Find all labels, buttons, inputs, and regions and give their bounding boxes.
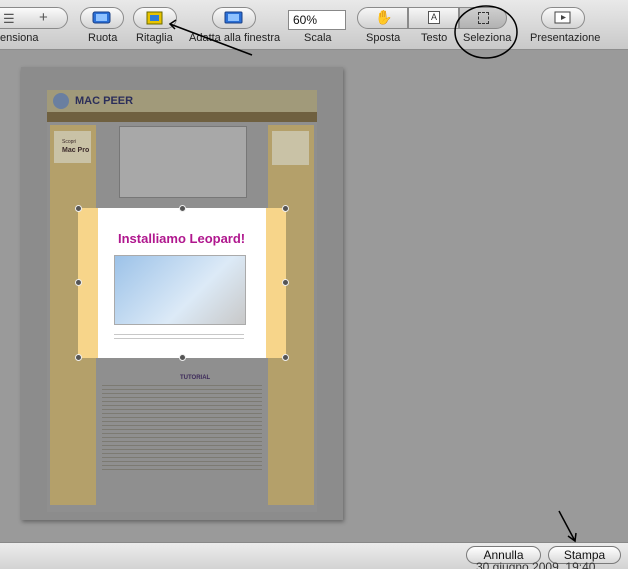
fit-window-label: Adatta alla finestra (189, 32, 281, 44)
selection-handle[interactable] (179, 205, 186, 212)
selection-handle[interactable] (75, 279, 82, 286)
scale-label: Scala (304, 32, 332, 44)
hand-icon: ✋ (375, 9, 393, 25)
promo-line-2: Mac Pro (62, 147, 90, 154)
promo-line-1: Scopri (62, 139, 77, 145)
selection-handle[interactable] (282, 354, 289, 361)
selection-handle[interactable] (282, 205, 289, 212)
leopard-screenshot (114, 255, 246, 325)
slideshow-button[interactable] (541, 7, 585, 29)
crop-icon (146, 11, 163, 25)
rotate-label: Ruota (88, 32, 118, 44)
selection-handle[interactable] (75, 205, 82, 212)
toolbar: ☰ + ensiona Ruota Ritaglia Adatta alla f… (0, 0, 628, 50)
dimension-icon: ☰ (3, 11, 15, 26)
selection-handle[interactable] (282, 279, 289, 286)
rotate-icon (92, 11, 111, 24)
article-title: Installiamo Leopard! (118, 231, 246, 246)
add-icon: + (39, 9, 48, 26)
dimension-label: ensiona (0, 32, 39, 44)
content-text-block (102, 382, 262, 472)
site-logo: MAC PEER (75, 95, 134, 107)
crop-label: Ritaglia (136, 32, 173, 44)
slideshow-label: Presentazione (530, 32, 601, 44)
selection-handle[interactable] (75, 354, 82, 361)
right-promo-box (272, 131, 309, 165)
fit-window-icon (224, 11, 243, 24)
site-nav-bar (47, 112, 317, 122)
date-text: 30 giugno 2009, 19:40 (476, 560, 596, 569)
crop-button[interactable] (133, 7, 177, 29)
site-logo-icon (53, 93, 69, 109)
text-label: Testo (421, 32, 448, 44)
zoom-field[interactable]: 60% (288, 10, 346, 30)
rotate-button[interactable] (80, 7, 124, 29)
site-header: MAC PEER (47, 90, 317, 112)
selection-handle[interactable] (179, 354, 186, 361)
select-label: Seleziona (463, 32, 512, 44)
selection-rectangle[interactable]: Installiamo Leopard! (78, 208, 286, 358)
slideshow-icon (554, 11, 571, 24)
move-label: Sposta (366, 32, 401, 44)
dimension-button[interactable]: ☰ + (0, 7, 68, 29)
text-tool-button[interactable]: A (408, 7, 459, 29)
select-tool-button[interactable] (459, 7, 507, 29)
fit-window-button[interactable] (212, 7, 256, 29)
selection-icon (478, 12, 489, 24)
caption-lines (114, 331, 244, 341)
tutorial-heading: TUTORIAL (180, 375, 211, 381)
move-tool-button[interactable]: ✋ (357, 7, 408, 29)
comic-illustration (119, 126, 247, 198)
text-icon: A (428, 11, 440, 24)
document-canvas[interactable]: MAC PEER Scopri Mac Pro TUTORIAL Install… (0, 50, 628, 542)
